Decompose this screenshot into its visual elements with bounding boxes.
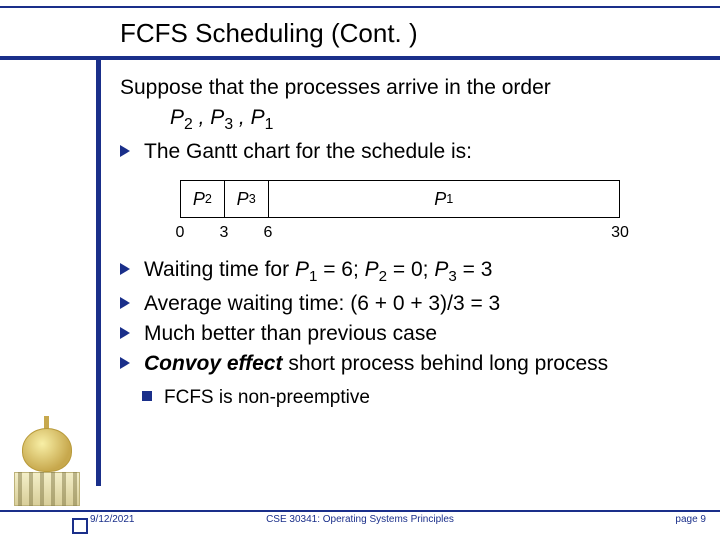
footer: 9/12/2021 CSE 30341: Operating Systems P… xyxy=(0,514,720,534)
gantt-segment-label: P xyxy=(434,187,446,211)
convoy-rest: short process behind long process xyxy=(282,352,608,375)
gantt-segment-label: P xyxy=(237,187,249,211)
order-p2: P xyxy=(170,106,184,129)
order-p3-sub: 3 xyxy=(224,117,233,134)
title-underline xyxy=(0,56,720,60)
waiting-prefix: Waiting time for xyxy=(144,258,295,281)
title-area: FCFS Scheduling (Cont. ) xyxy=(120,18,700,49)
order-sep2: , xyxy=(233,106,251,129)
bullet-avg: Average waiting time: (6 + 0 + 3)/3 = 3 xyxy=(120,290,700,318)
slide: FCFS Scheduling (Cont. ) Suppose that th… xyxy=(0,0,720,540)
sub-bullet-nonpreemptive: FCFS is non-preemptive xyxy=(120,385,700,411)
gantt-segment: P3 xyxy=(225,181,269,217)
gantt-bar: P2P3P1 xyxy=(180,180,620,218)
waiting-p2-sub: 2 xyxy=(379,268,387,285)
order-p1: P xyxy=(251,106,265,129)
process-order: P2 , P3 , P1 xyxy=(120,104,700,135)
waiting-p3: P xyxy=(434,258,448,281)
order-sep1: , xyxy=(193,106,211,129)
order-p2-sub: 2 xyxy=(184,117,193,134)
order-p1-sub: 1 xyxy=(265,117,274,134)
gantt-tick: 3 xyxy=(220,222,229,244)
bullet-convoy: Convoy effect short process behind long … xyxy=(120,350,700,378)
waiting-p1: P xyxy=(295,258,309,281)
footer-course: CSE 30341: Operating Systems Principles xyxy=(266,514,454,525)
waiting-p2-eq: = 0; xyxy=(387,258,434,281)
slide-title: FCFS Scheduling (Cont. ) xyxy=(120,18,700,49)
left-vertical-bar xyxy=(96,56,101,486)
gantt-ticks: 03630 xyxy=(180,222,620,246)
gantt-segment-label: P xyxy=(193,187,205,211)
gantt-tick: 0 xyxy=(176,222,185,244)
gantt-chart: P2P3P1 03630 xyxy=(180,180,620,246)
waiting-p2: P xyxy=(365,258,379,281)
convoy-bold: Convoy effect xyxy=(144,352,282,375)
waiting-p3-eq: = 3 xyxy=(457,258,493,281)
waiting-p1-eq: = 6; xyxy=(317,258,364,281)
content-area: Suppose that the processes arrive in the… xyxy=(120,74,700,410)
gantt-segment: P1 xyxy=(269,181,619,217)
bullet-waiting: Waiting time for P1 = 6; P2 = 0; P3 = 3 xyxy=(120,256,700,288)
bullet-gantt-intro: The Gantt chart for the schedule is: xyxy=(120,138,700,166)
footer-rule xyxy=(0,510,720,512)
top-rule xyxy=(0,6,720,8)
gantt-segment-sub: 3 xyxy=(249,191,256,208)
gantt-tick: 30 xyxy=(611,222,629,244)
dome-logo xyxy=(8,416,86,506)
footer-date: 9/12/2021 xyxy=(90,514,135,525)
waiting-p3-sub: 3 xyxy=(448,268,456,285)
gantt-tick: 6 xyxy=(264,222,273,244)
gantt-segment-sub: 2 xyxy=(205,191,212,208)
bullet-better: Much better than previous case xyxy=(120,320,700,348)
intro-text: Suppose that the processes arrive in the… xyxy=(120,74,700,102)
footer-page: page 9 xyxy=(675,514,706,525)
gantt-segment-sub: 1 xyxy=(446,191,453,208)
gantt-segment: P2 xyxy=(181,181,225,217)
order-p3: P xyxy=(210,106,224,129)
